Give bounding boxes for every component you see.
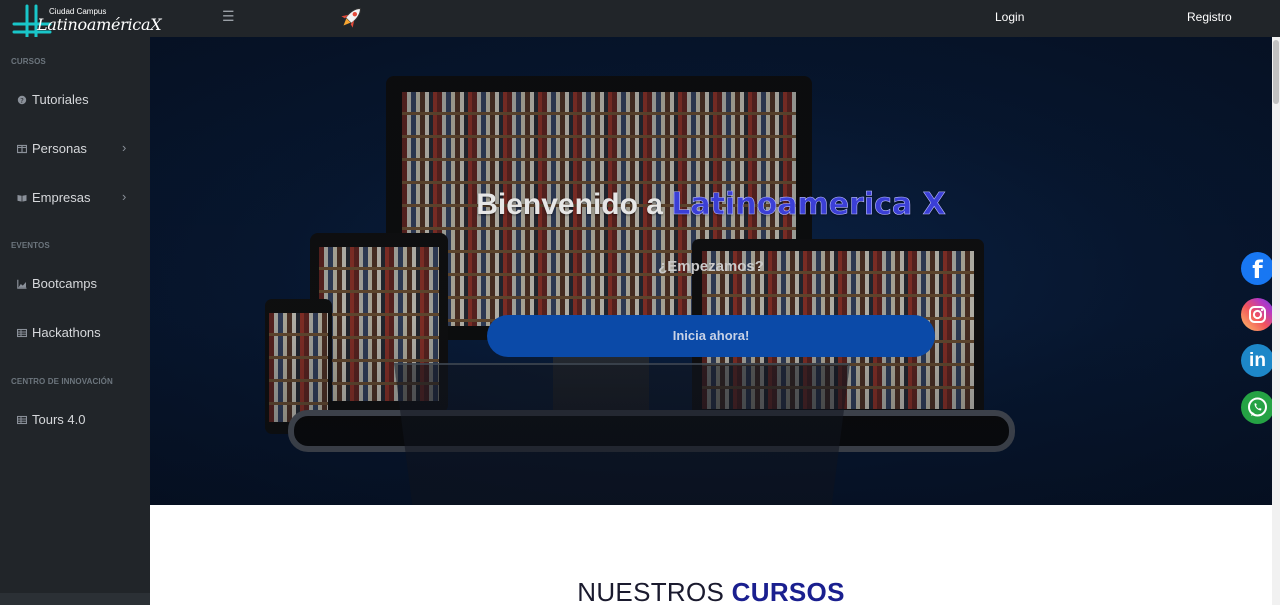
sidebar: CURSOS ? Tutoriales Personas › Empresas … (0, 37, 150, 605)
start-now-button[interactable]: Inicia ahora! (487, 315, 935, 357)
hero-title-accent: Latinoamerica X (671, 187, 946, 223)
book-open-icon (17, 193, 27, 203)
sidebar-item-label: Personas (32, 141, 87, 156)
page-scrollbar[interactable] (1272, 37, 1280, 605)
hamburger-icon[interactable]: ☰ (222, 8, 235, 25)
chevron-right-icon: › (122, 140, 127, 155)
sidebar-item-tours[interactable]: Tours 4.0 (0, 407, 150, 437)
courses-title-prefix: NUESTROS (577, 577, 732, 607)
whatsapp-icon[interactable] (1241, 391, 1274, 424)
hero-subtitle: ¿Empezamos? (658, 258, 764, 275)
columns-icon (16, 144, 28, 154)
courses-title-accent: CURSOS (731, 577, 845, 607)
facebook-icon[interactable]: f (1241, 252, 1274, 285)
chart-area-icon (17, 279, 27, 289)
help-circle-icon: ? (17, 95, 27, 105)
sidebar-heading-centro-innovacion: CENTRO DE INNOVACIÓN (11, 377, 113, 386)
rocket-icon (341, 8, 361, 28)
linkedin-icon[interactable]: in (1241, 344, 1274, 377)
table-icon (16, 415, 28, 425)
sidebar-item-label: Tours 4.0 (32, 412, 86, 427)
instagram-icon[interactable] (1241, 298, 1274, 331)
sidebar-item-label: Empresas (32, 190, 91, 205)
hero-title: Bienvenido a Latinoamerica X (150, 187, 1272, 223)
top-navbar (0, 0, 1280, 37)
sidebar-item-bootcamps[interactable]: Bootcamps (0, 271, 150, 301)
sidebar-item-label: Bootcamps (32, 276, 98, 291)
sidebar-item-tutoriales[interactable]: ? Tutoriales (0, 87, 150, 117)
login-link[interactable]: Login (995, 10, 1024, 24)
registro-link[interactable]: Registro (1187, 10, 1232, 24)
hero-title-prefix: Bienvenido a (476, 188, 672, 221)
sidebar-item-hackathons[interactable]: Hackathons (0, 320, 150, 350)
page-scrollbar-thumb[interactable] (1273, 40, 1279, 104)
table-icon (16, 328, 28, 338)
chevron-right-icon: › (122, 189, 127, 204)
sidebar-toggler[interactable] (0, 593, 150, 605)
sidebar-heading-eventos: EVENTOS (11, 241, 50, 250)
sidebar-heading-cursos: CURSOS (11, 57, 46, 66)
svg-text:?: ? (20, 97, 24, 105)
sidebar-item-label: Hackathons (32, 325, 101, 340)
sidebar-item-empresas[interactable]: Empresas › (0, 185, 150, 215)
sidebar-item-label: Tutoriales (32, 92, 89, 107)
sidebar-item-personas[interactable]: Personas › (0, 136, 150, 166)
hero-banner: Bienvenido a Latinoamerica X ¿Empezamos?… (150, 37, 1272, 505)
courses-section-title: NUESTROS CURSOS (150, 577, 1272, 608)
brand-big-text: LatinoaméricaX (37, 15, 162, 34)
